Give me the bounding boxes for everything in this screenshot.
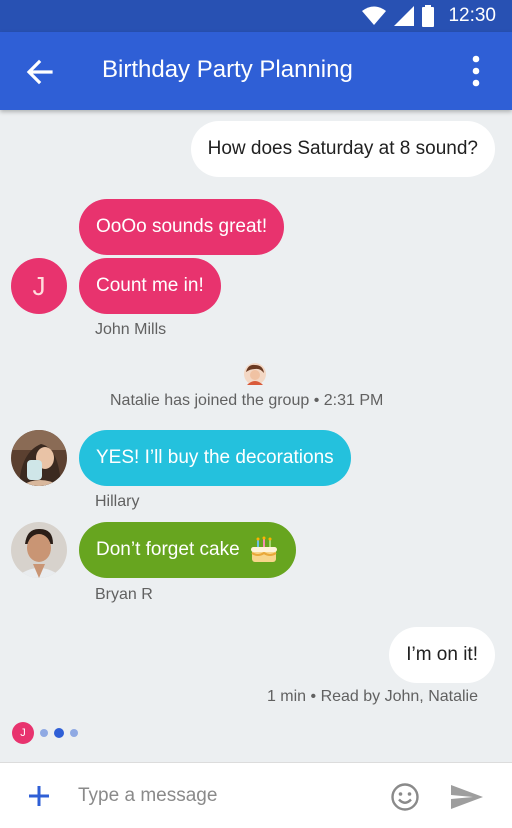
message-input[interactable] bbox=[78, 781, 368, 811]
typing-dot bbox=[54, 728, 64, 738]
battery-icon bbox=[422, 5, 435, 27]
outgoing-message[interactable]: How does Saturday at 8 sound? bbox=[190, 121, 495, 177]
sender-name: Bryan R bbox=[95, 586, 153, 603]
sender-name: Hillary bbox=[95, 493, 140, 510]
emoji-icon[interactable] bbox=[390, 782, 420, 812]
message-text: YES! I’ll buy the decorations bbox=[96, 447, 334, 468]
avatar-letter: J bbox=[32, 270, 46, 301]
message-composer bbox=[0, 762, 512, 828]
message-text: How does Saturday at 8 sound? bbox=[207, 138, 478, 159]
read-receipt: 1 min • Read by John, Natalie bbox=[266, 688, 478, 705]
arrow-back-icon[interactable] bbox=[24, 57, 54, 87]
status-time: 12:30 bbox=[448, 5, 496, 26]
avatar-natalie bbox=[244, 363, 266, 385]
typing-dot bbox=[40, 729, 48, 737]
typing-indicator: J bbox=[12, 722, 78, 744]
typing-avatar: J bbox=[12, 722, 34, 744]
incoming-message-hillary[interactable]: YES! I’ll buy the decorations bbox=[79, 430, 351, 486]
app-bar: Birthday Party Planning bbox=[0, 32, 512, 110]
more-vert-icon[interactable] bbox=[466, 54, 486, 88]
incoming-message-bryan[interactable]: Don’t forget cake bbox=[79, 522, 296, 578]
message-text: I’m on it! bbox=[406, 644, 478, 665]
cake-icon bbox=[250, 536, 277, 562]
signal-icon bbox=[394, 6, 415, 26]
send-icon[interactable] bbox=[450, 784, 484, 810]
wifi-icon bbox=[362, 6, 387, 25]
system-event-text: Natalie has joined the group • 2:31 PM bbox=[110, 392, 384, 409]
sender-name: John Mills bbox=[95, 321, 167, 338]
typing-avatar-letter: J bbox=[20, 727, 26, 739]
message-text: Count me in! bbox=[96, 275, 204, 296]
outgoing-message[interactable]: I’m on it! bbox=[389, 627, 495, 683]
message-text: OoOo sounds great! bbox=[96, 216, 268, 237]
typing-dot bbox=[70, 729, 78, 737]
avatar-bryan[interactable] bbox=[11, 522, 67, 578]
incoming-message-john[interactable]: OoOo sounds great! bbox=[79, 199, 285, 255]
message-text: Don’t forget cake bbox=[96, 539, 240, 560]
status-bar: 12:30 bbox=[0, 0, 512, 32]
plus-icon[interactable] bbox=[26, 783, 52, 809]
avatar-john[interactable]: J bbox=[11, 258, 67, 314]
avatar-hillary[interactable] bbox=[11, 430, 67, 486]
conversation-title: Birthday Party Planning bbox=[102, 56, 353, 83]
incoming-message-john[interactable]: Count me in! bbox=[79, 258, 221, 314]
